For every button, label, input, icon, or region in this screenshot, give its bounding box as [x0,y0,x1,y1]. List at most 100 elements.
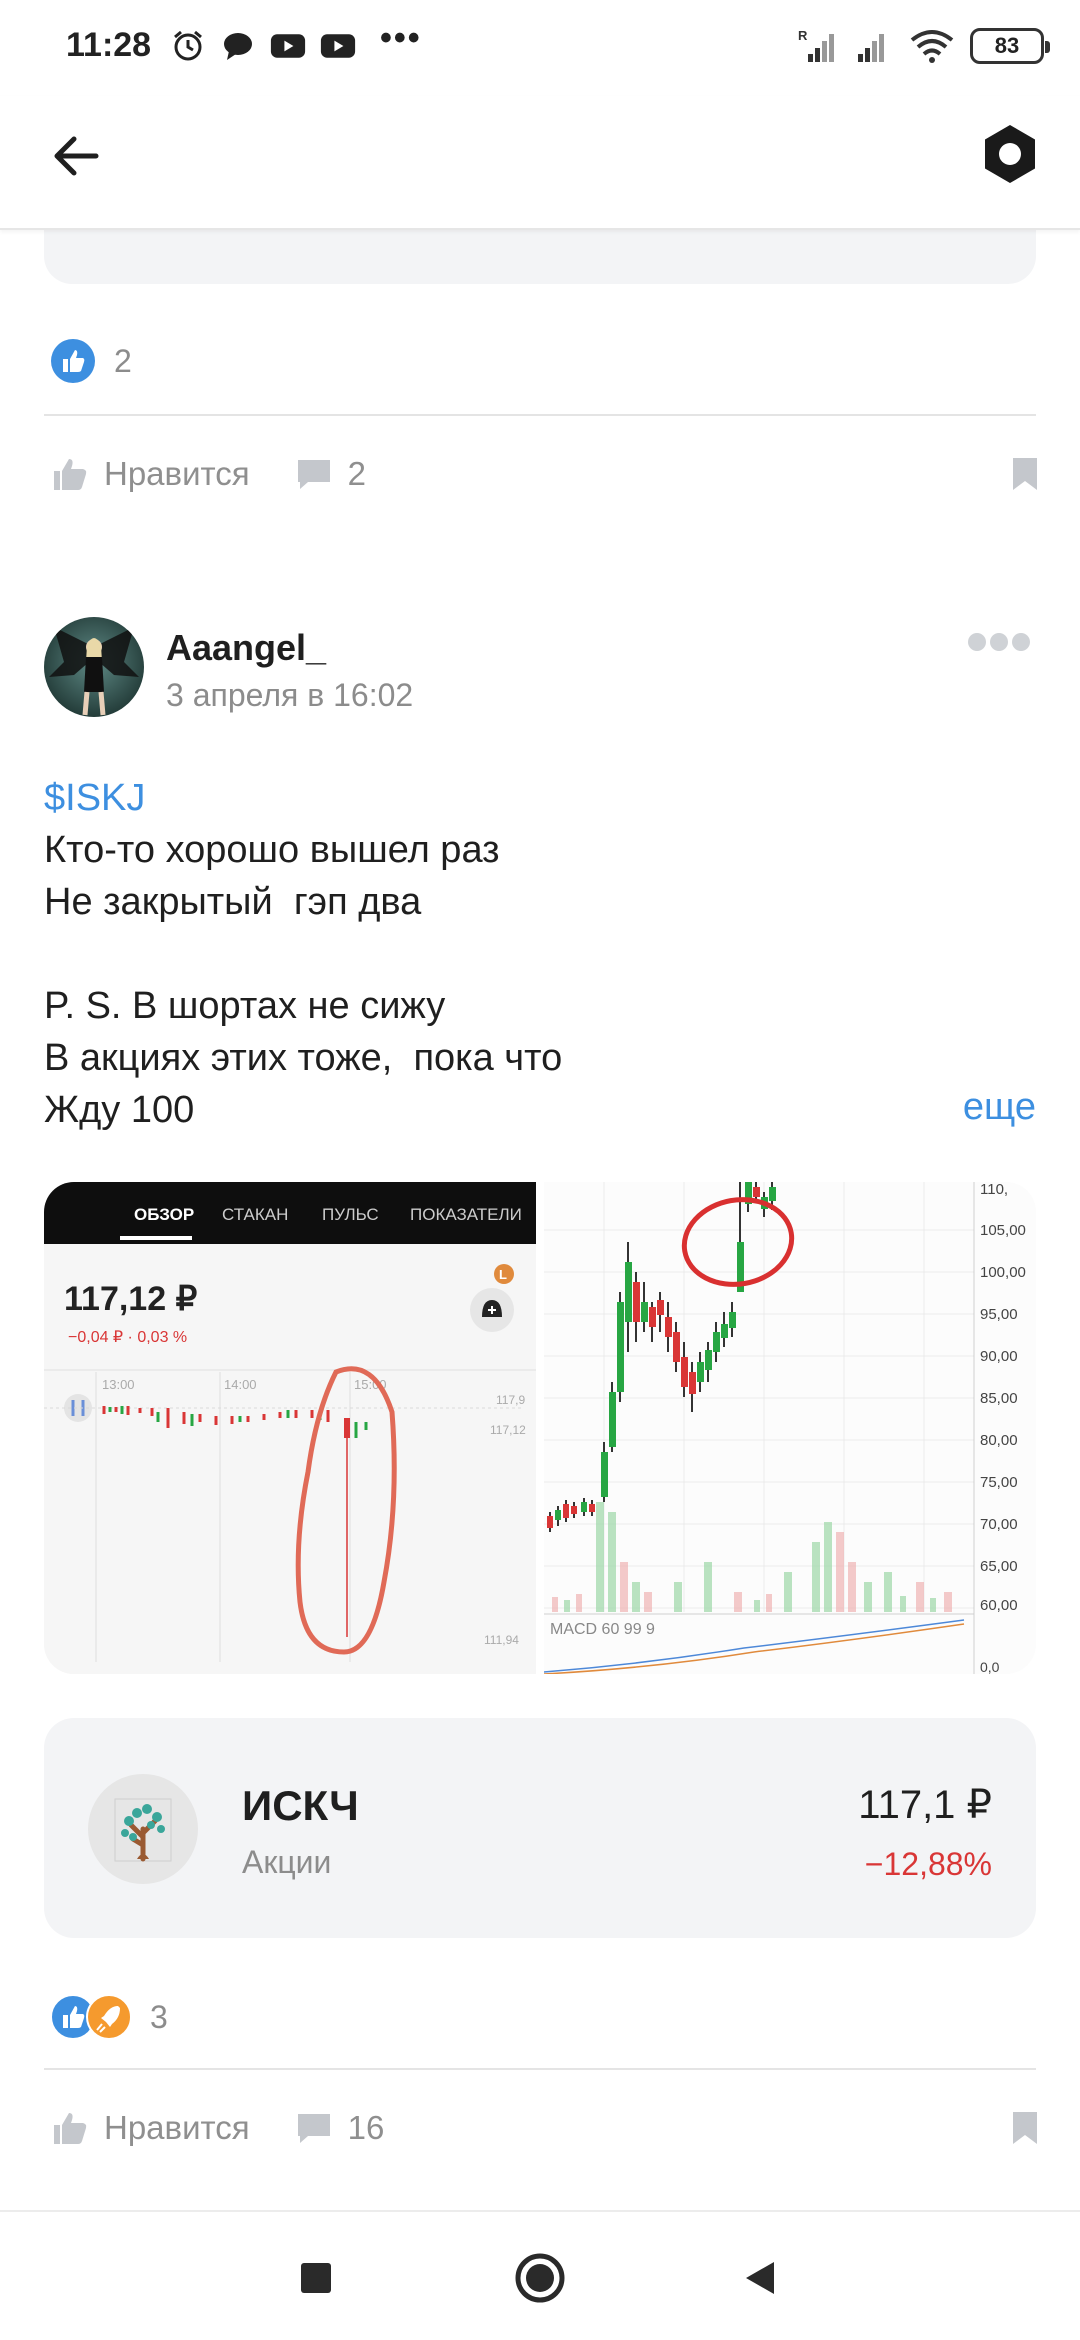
thumbs-up-icon [54,459,87,490]
post-line: P. S. В шортах не сижу [44,985,446,1027]
previous-post-card [44,230,1036,284]
read-more-link[interactable]: еще [963,1086,1036,1129]
status-notification-icons: ••• [170,19,422,64]
axis-tick: 70,00 [980,1516,1018,1533]
wifi-icon [910,30,954,63]
comment-icon [297,460,330,489]
post-image-gallery: ОБЗОР СТАКАН ПУЛЬС ПОКАЗАТЕЛИ 117,12 ₽ −… [44,1182,1036,1674]
author-name[interactable]: Aaangel_ [166,627,326,669]
back-nav-button[interactable] [728,2246,792,2310]
post-line: Кто-то хорошо вышел раз [44,829,500,871]
previous-post-actions: Нравится 2 [50,444,1040,504]
like-label: Нравится [104,455,250,492]
youtube-icon [320,28,356,64]
axis-tick: 90,00 [980,1348,1018,1365]
instrument-type: Акции [242,1844,332,1880]
chart-screenshot-2[interactable]: 110, 105,00 100,00 95,00 90,00 85,00 80,… [544,1182,1036,1674]
alarm-icon [170,28,206,64]
ticker-link[interactable]: $ISKJ [44,772,1036,824]
macd-label: MACD 60 99 9 [550,1621,655,1638]
axis-tick: 75,00 [980,1474,1018,1491]
previous-post-reactions[interactable]: 2 [50,338,132,384]
screenshot-price: 117,12 ₽ [64,1280,198,1318]
instrument-change: −12,88% [864,1846,992,1882]
post-line [44,928,1036,980]
tab-indicators: ПОКАЗАТЕЛИ [410,1205,522,1224]
axis-tick: 100,00 [980,1264,1026,1281]
svg-text:R: R [798,28,808,43]
chat-icon [220,28,256,64]
signal-roaming-icon: R [798,28,834,62]
axis-tick: 65,00 [980,1558,1018,1575]
like-button[interactable]: Нравится [50,2108,250,2148]
dot [968,633,986,651]
instrument-price: 117,1 ₽ [858,1783,992,1827]
thumbs-up-icon [54,2113,87,2144]
post-line: Жду 100 [44,1089,195,1131]
bookmark-button[interactable] [1010,2110,1040,2151]
status-bar: 11:28 ••• R 83 [0,0,1080,96]
reaction-count: 2 [114,342,132,379]
axis-tick: 85,00 [980,1390,1018,1407]
tab-overview: ОБЗОР [134,1205,194,1224]
battery-indicator: 83 [970,28,1050,64]
axis-tick: 60,00 [980,1597,1018,1614]
time-tick: 13:00 [102,1377,135,1392]
circle-icon [515,2253,565,2303]
tab-pulse: ПУЛЬС [322,1205,379,1224]
post-body: $ISKJ Кто-то хорошо вышел раз Не закрыты… [44,772,1036,1136]
screenshot-change: −0,04 ₽ · 0,03 % [68,1329,187,1346]
app-bar [0,96,1080,230]
more-options-button[interactable] [968,633,1030,651]
instrument-name: ИСКЧ [242,1782,359,1829]
axis-tick: 110, [980,1182,1008,1198]
arrow-left-icon [54,136,99,176]
status-system-icons: R 83 [798,28,1050,64]
rocket-reaction-icon [86,1994,132,2040]
hexagon-icon [985,125,1035,183]
triangle-back-icon [746,2262,774,2294]
more-notifications-icon: ••• [380,18,422,57]
recents-button[interactable] [284,2246,348,2310]
post-author: Aaangel_ 3 апреля в 16:02 [44,617,1036,721]
chart-screenshot-1[interactable]: ОБЗОР СТАКАН ПУЛЬС ПОКАЗАТЕЛИ 117,12 ₽ −… [44,1182,536,1674]
post-line: Не закрытый гэп два [44,881,422,923]
reaction-count: 3 [150,1998,168,2035]
instrument-logo [88,1774,198,1884]
dot [1012,633,1030,651]
settings-button[interactable] [978,122,1042,186]
home-button[interactable] [508,2246,572,2310]
axis-tick: 80,00 [980,1432,1018,1449]
youtube-icon [270,28,306,64]
post-date: 3 апреля в 16:02 [166,677,414,713]
tree-icon [114,1798,172,1862]
comments-button[interactable]: 16 [294,2108,385,2148]
badge-letter: L [499,1267,507,1282]
bookmark-icon [1013,458,1037,490]
bookmark-button[interactable] [1010,456,1040,497]
price-high: 117,9 [496,1393,525,1407]
like-reaction-icon [51,339,95,383]
price-current: 117,12 [490,1423,526,1437]
comment-count: 16 [347,2109,385,2146]
divider [44,2068,1036,2070]
post-line: В акциях этих тоже, пока что [44,1037,563,1079]
signal-icon [858,34,884,62]
avatar[interactable] [44,617,144,717]
like-button[interactable]: Нравится [50,454,250,494]
system-navigation-bar [0,2210,1080,2340]
macd-axis: 0,0 [980,1659,1000,1674]
price-low: 111,94 [484,1633,519,1647]
post-actions: Нравится 16 [50,2098,1040,2158]
back-button[interactable] [46,126,106,186]
status-time: 11:28 [66,26,152,64]
like-label: Нравится [104,2109,250,2146]
dot [990,633,1008,651]
comment-icon [297,2114,330,2143]
comment-count: 2 [347,455,366,492]
instrument-card[interactable]: ИСКЧ Акции 117,1 ₽ −12,88% [44,1718,1036,1938]
axis-tick: 95,00 [980,1306,1018,1323]
axis-tick: 105,00 [980,1222,1026,1239]
comments-button[interactable]: 2 [294,454,366,494]
post-reactions[interactable]: 3 [50,1994,168,2040]
